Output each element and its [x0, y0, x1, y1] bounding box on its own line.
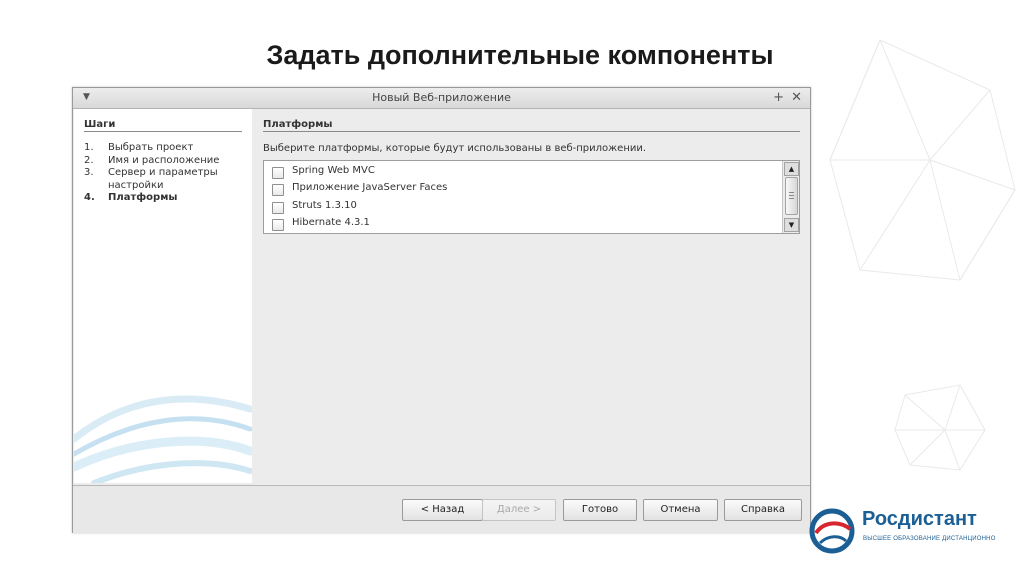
- step-label: Имя и расположение: [108, 154, 220, 166]
- framework-checkbox[interactable]: [272, 202, 284, 214]
- rosdistant-logo-icon: [809, 508, 855, 554]
- scrollbar-thumb[interactable]: [785, 177, 798, 215]
- close-icon[interactable]: ✕: [791, 90, 802, 105]
- help-button[interactable]: Справка: [724, 499, 802, 521]
- framework-label[interactable]: Приложение JavaServer Faces: [292, 182, 447, 193]
- step-number: 4.: [84, 192, 95, 203]
- finish-button[interactable]: Готово: [563, 499, 637, 521]
- platforms-description: Выберите платформы, которые будут исполь…: [263, 143, 647, 154]
- framework-label[interactable]: Spring Web MVC: [292, 165, 375, 176]
- steps-panel: Шаги 1. Выбрать проект 2. Имя и расположен…: [74, 109, 252, 483]
- framework-list-scrollbar[interactable]: ▲ ▼: [782, 161, 799, 233]
- platforms-heading: Платформы: [263, 119, 333, 130]
- grip-line: [789, 195, 794, 196]
- framework-list[interactable]: Spring Web MVC Приложение JavaServer Fac…: [263, 160, 800, 234]
- step-label: Выбрать проект: [108, 142, 194, 153]
- steps-heading: Шаги: [84, 119, 116, 130]
- step-number: 1.: [84, 142, 94, 153]
- framework-checkbox[interactable]: [272, 219, 284, 231]
- dialog-button-bar: < Назад Далее > Готово Отмена Справка: [73, 485, 810, 533]
- scroll-down-arrow-icon[interactable]: ▼: [784, 218, 799, 232]
- step-item: 1. Выбрать проект: [84, 142, 252, 155]
- step-number: 3.: [84, 167, 94, 178]
- dialog-titlebar[interactable]: ▼ Новый Веб-приложение + ✕: [73, 88, 810, 109]
- back-button[interactable]: < Назад: [402, 499, 483, 521]
- framework-checkbox[interactable]: [272, 184, 284, 196]
- cancel-button[interactable]: Отмена: [643, 499, 718, 521]
- step-item: 3. Сервер и параметры настройки: [84, 167, 252, 192]
- slide-title: Задать дополнительные компоненты: [266, 40, 774, 70]
- framework-checkbox[interactable]: [272, 167, 284, 179]
- step-label: Сервер и параметры настройки: [108, 167, 218, 191]
- logo-name: Росдистант: [862, 508, 977, 530]
- logo-tagline: ВЫСШЕЕ ОБРАЗОВАНИЕ ДИСТАНЦИОННО: [863, 536, 996, 542]
- swoosh-decoration: [74, 395, 252, 483]
- new-web-application-dialog: ▼ Новый Веб-приложение + ✕ Шаги 1. Выбрат…: [72, 87, 811, 533]
- content-divider: [263, 131, 800, 132]
- maximize-icon[interactable]: +: [773, 90, 784, 105]
- step-number: 2.: [84, 154, 94, 166]
- steps-divider: [84, 131, 242, 132]
- step-label: Платформы: [108, 192, 178, 203]
- next-button[interactable]: Далее >: [482, 499, 556, 521]
- grip-line: [789, 192, 794, 193]
- framework-label[interactable]: Hibernate 4.3.1: [292, 217, 370, 228]
- scroll-up-arrow-icon[interactable]: ▲: [784, 162, 799, 176]
- steps-list: 1. Выбрать проект 2. Имя и расположение 3.…: [84, 142, 252, 205]
- step-item: 2. Имя и расположение: [84, 155, 252, 168]
- step-item-current: 4. Платформы: [84, 192, 252, 205]
- framework-label[interactable]: Struts 1.3.10: [292, 200, 357, 211]
- grip-line: [789, 198, 794, 199]
- dialog-title: Новый Веб-приложение: [372, 91, 511, 104]
